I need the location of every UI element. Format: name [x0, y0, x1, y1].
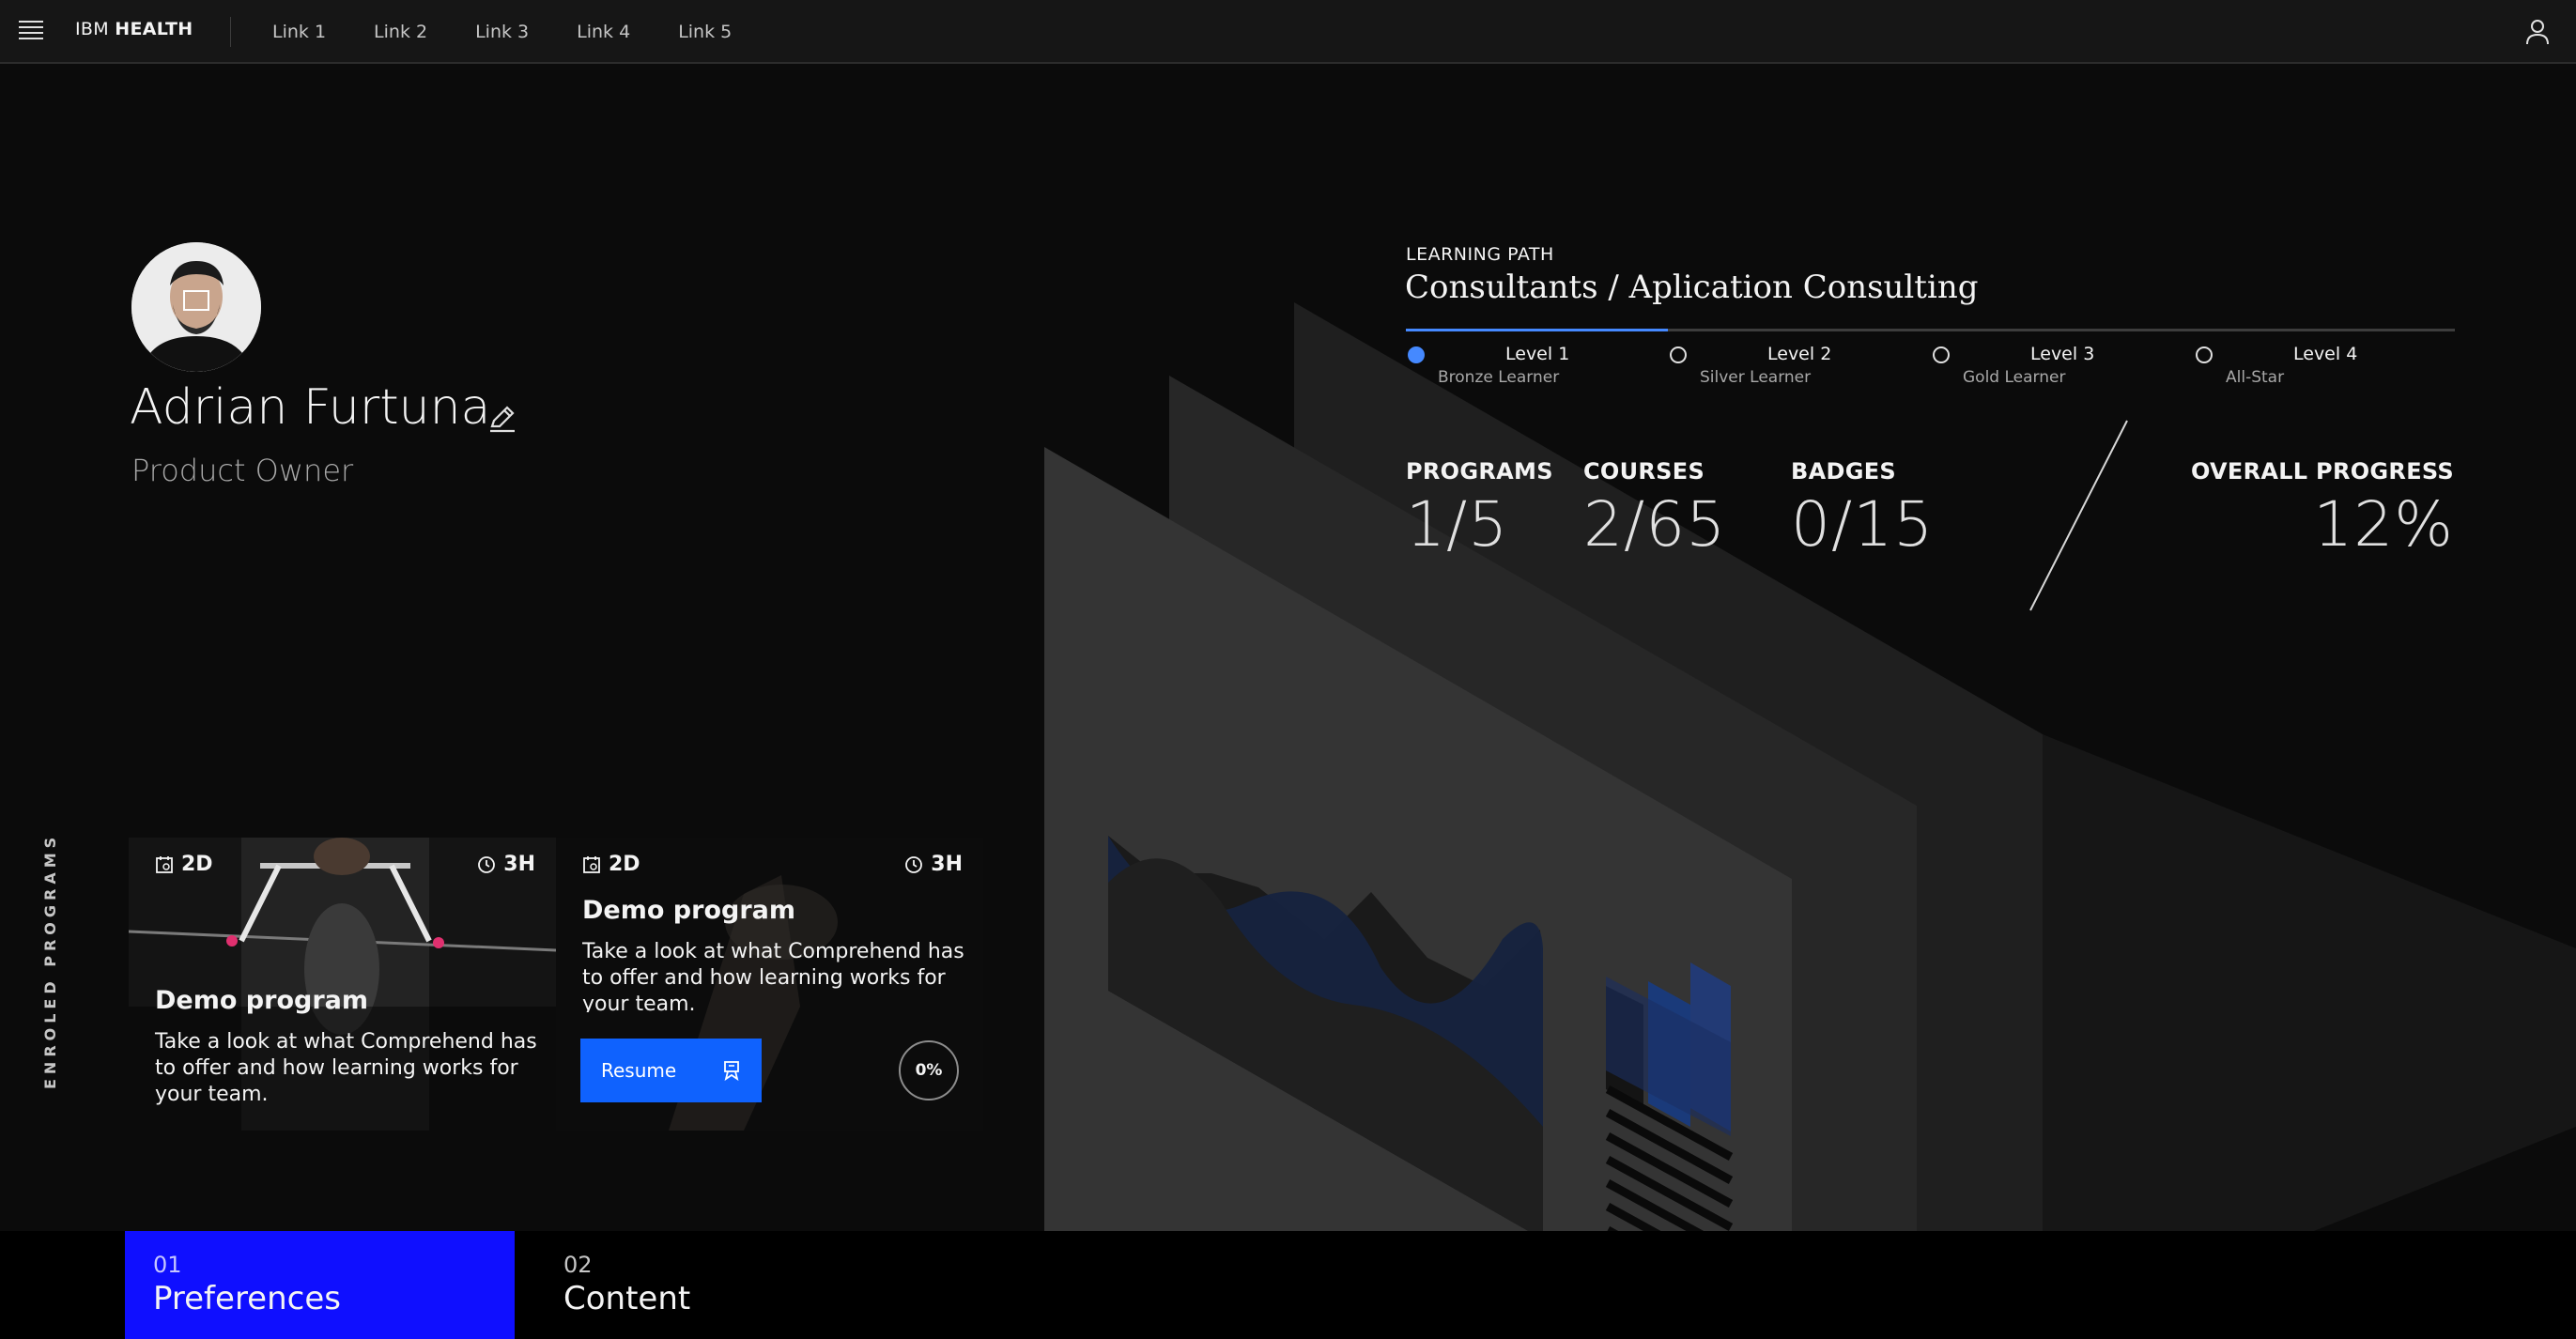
brand-name: HEALTH	[115, 19, 193, 39]
program-card-1-description: Take a look at what Comprehend has to of…	[155, 1030, 537, 1106]
tab-preferences[interactable]: 01 Preferences	[125, 1231, 515, 1339]
user-icon[interactable]	[2525, 19, 2550, 45]
stat-courses-value: 2/65	[1583, 488, 1727, 561]
program-card-1-hours: 3H	[503, 853, 535, 876]
program-card-1-duration-hours: 3H	[477, 853, 535, 876]
program-card-2-title: Demo program	[582, 896, 795, 925]
clock-icon	[478, 855, 496, 873]
nav-link-1[interactable]: Link 1	[272, 0, 326, 64]
program-card-2-duration-hours: 3H	[904, 853, 963, 876]
brand-prefix: IBM	[75, 19, 109, 39]
hamburger-menu-icon[interactable]	[19, 21, 43, 43]
stat-programs-label: PROGRAMS	[1406, 458, 1553, 485]
learning-path-eyebrow: LEARNING PATH	[1406, 244, 1554, 265]
tab-preferences-number: 01	[153, 1252, 182, 1278]
stat-overall-label: OVERALL PROGRESS	[2190, 458, 2454, 485]
program-card-1[interactable]: 2D 3H Demo program Take a look at what C…	[129, 838, 556, 1131]
level-4-indicator-icon	[2196, 346, 2213, 363]
level-1-subtitle: Bronze Learner	[1438, 368, 1560, 387]
level-3-indicator-icon	[1933, 346, 1950, 363]
tab-preferences-label: Preferences	[153, 1280, 341, 1317]
nav-divider	[230, 17, 231, 47]
level-1-name: Level 1	[1505, 344, 1570, 364]
level-4-subtitle: All-Star	[2226, 368, 2285, 387]
program-card-2-days: 2D	[609, 853, 640, 876]
level-1-indicator-icon	[1408, 346, 1425, 363]
level-2[interactable]: Level 2 Silver Learner	[1668, 342, 1921, 398]
level-3-subtitle: Gold Learner	[1963, 368, 2066, 387]
program-card-1-duration-days: 2D	[155, 853, 213, 876]
level-2-indicator-icon	[1670, 346, 1687, 363]
avatar-portrait	[131, 242, 261, 372]
stat-programs-value: 1/5	[1406, 488, 1509, 561]
resume-button[interactable]: Resume	[580, 1039, 762, 1102]
calendar-icon	[156, 855, 173, 873]
learning-path-progress-fill	[1406, 329, 1669, 331]
stat-badges-value: 0/15	[1791, 488, 1935, 561]
program-progress-ring: 0%	[899, 1040, 959, 1100]
clock-icon	[905, 855, 923, 873]
resume-button-label: Resume	[601, 1059, 677, 1082]
nav-link-3[interactable]: Link 3	[475, 0, 529, 64]
tab-content-number: 02	[563, 1252, 593, 1278]
program-card-2-duration-days: 2D	[582, 853, 640, 876]
stat-courses: COURSES 2/65	[1583, 458, 1726, 561]
background-illustration	[1044, 302, 2576, 1339]
program-card-2[interactable]: 2D 3H Demo program Take a look at what C…	[556, 838, 983, 1131]
avatar[interactable]	[131, 242, 261, 372]
stat-badges: BADGES 0/15	[1791, 458, 1934, 561]
program-card-1-days: 2D	[181, 853, 213, 876]
nav-link-5[interactable]: Link 5	[678, 0, 732, 64]
stat-overall-value: 12%	[2313, 488, 2454, 561]
nav-links: Link 1 Link 2 Link 3 Link 4 Link 5	[272, 0, 779, 64]
level-1[interactable]: Level 1 Bronze Learner	[1406, 342, 1659, 398]
profile-role: Product Owner	[131, 453, 354, 488]
program-progress-value: 0%	[915, 1061, 943, 1080]
level-3-name: Level 3	[2030, 344, 2095, 364]
level-4-name: Level 4	[2293, 344, 2358, 364]
stat-programs: PROGRAMS 1/5	[1406, 458, 1553, 561]
stat-overall-progress: OVERALL PROGRESS 12%	[2191, 458, 2454, 561]
learning-path-progress-track	[1406, 329, 2455, 331]
top-navigation-bar: IBM HEALTH Link 1 Link 2 Link 3 Link 4 L…	[0, 0, 2576, 64]
profile-name: Adrian Furtuna	[130, 379, 491, 436]
stat-badges-label: BADGES	[1791, 458, 1896, 485]
calendar-icon	[583, 855, 600, 873]
program-card-2-description: Take a look at what Comprehend has to of…	[582, 940, 964, 1012]
learning-path-title: Consultants / Aplication Consulting	[1405, 269, 1979, 306]
nav-link-2[interactable]: Link 2	[374, 0, 427, 64]
enrolled-programs-label: ENROLED PROGRAMS	[41, 832, 59, 1089]
level-2-name: Level 2	[1767, 344, 1832, 364]
brand-logo[interactable]: IBM HEALTH	[75, 19, 193, 39]
tab-content[interactable]: 02 Content	[535, 1231, 817, 1339]
level-4[interactable]: Level 4 All-Star	[2194, 342, 2447, 398]
level-3[interactable]: Level 3 Gold Learner	[1931, 342, 2184, 398]
badge-icon	[724, 1061, 739, 1081]
program-card-1-title: Demo program	[155, 986, 368, 1015]
program-card-2-hours: 3H	[931, 853, 963, 876]
nav-link-4[interactable]: Link 4	[577, 0, 630, 64]
stat-courses-label: COURSES	[1583, 458, 1705, 485]
pencil-icon[interactable]	[486, 402, 518, 434]
level-2-subtitle: Silver Learner	[1700, 368, 1812, 387]
tab-content-label: Content	[563, 1280, 691, 1317]
